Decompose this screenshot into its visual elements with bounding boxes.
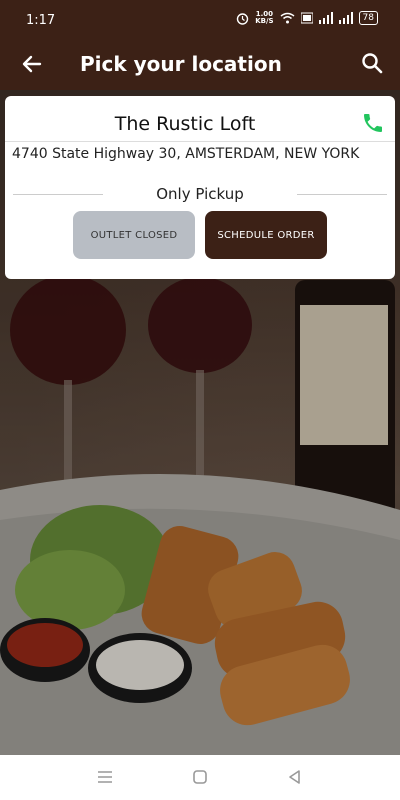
app-toolbar: Pick your location (0, 42, 400, 90)
battery-indicator: 78 (358, 11, 378, 25)
page-title: Pick your location (80, 52, 282, 76)
schedule-order-button[interactable]: SCHEDULE ORDER (205, 211, 327, 259)
status-bar: 1:17 1.00 KB/S 78 (0, 0, 400, 42)
order-mode-label: Only Pickup (156, 185, 244, 203)
card-divider (5, 141, 395, 142)
phone-icon[interactable] (361, 111, 385, 135)
status-icons: 1.00 KB/S 78 (236, 11, 378, 25)
signal-icon (318, 12, 333, 24)
signal-icon-2 (338, 12, 353, 24)
search-icon[interactable] (360, 51, 384, 75)
status-time: 1:17 (26, 13, 56, 28)
back-triangle-icon[interactable] (285, 767, 305, 787)
menu-icon[interactable] (95, 767, 115, 787)
speed-unit: KB/S (255, 17, 274, 25)
home-icon[interactable] (190, 767, 210, 787)
wifi-icon (280, 12, 295, 24)
arrow-left-icon[interactable] (20, 52, 44, 76)
network-speed: 1.00 KB/S (255, 11, 273, 25)
outlet-address: 4740 State Highway 30, AMSTERDAM, NEW YO… (12, 146, 360, 162)
volte-icon (300, 12, 313, 24)
outlet-card: The Rustic Loft 4740 State Highway 30, A… (5, 96, 395, 279)
system-nav-bar (0, 755, 400, 800)
alarm-icon (236, 12, 249, 25)
outlet-closed-button[interactable]: OUTLET CLOSED (73, 211, 195, 259)
outlet-name: The Rustic Loft (114, 113, 256, 135)
